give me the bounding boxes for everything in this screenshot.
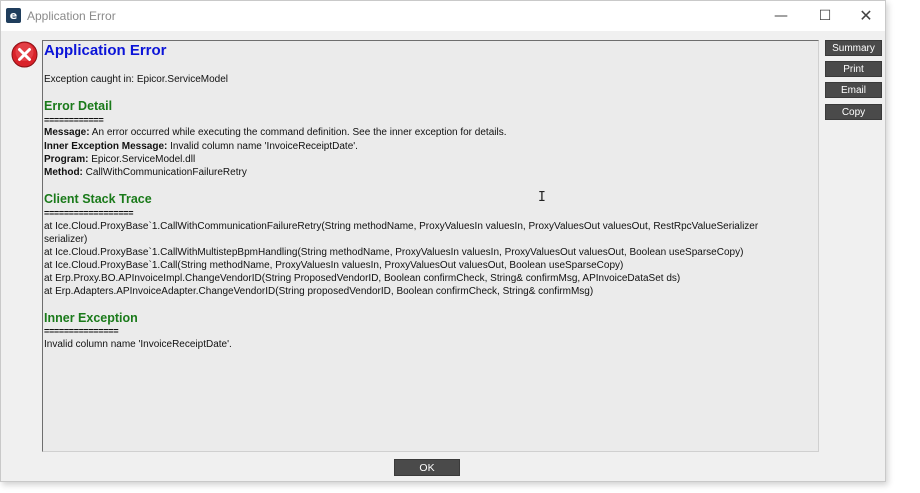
message-label: Message:	[44, 127, 90, 138]
minimize-button[interactable]: —	[759, 1, 803, 31]
summary-button[interactable]: Summary	[825, 40, 882, 56]
program-label: Program:	[44, 154, 89, 165]
error-icon	[11, 41, 38, 68]
title-bar[interactable]: e Application Error — ☐ ✕	[1, 1, 885, 31]
epicor-app-icon: e	[6, 8, 21, 23]
inner-exception-separator: ===============	[44, 326, 119, 336]
method-label: Method:	[44, 167, 83, 178]
error-detail-heading: Error Detail	[44, 99, 113, 113]
inner-exception-heading: Inner Exception	[44, 311, 138, 325]
method-line: Method: CallWithCommunicationFailureRetr…	[44, 167, 247, 178]
email-button[interactable]: Email	[825, 82, 882, 98]
close-button[interactable]: ✕	[844, 1, 888, 31]
exception-caught-line: Exception caught in: Epicor.ServiceModel	[44, 74, 228, 85]
program-value: Epicor.ServiceModel.dll	[88, 154, 196, 165]
text-cursor-icon: I	[538, 190, 546, 205]
stack-line: at Ice.Cloud.ProxyBase`1.Call(String met…	[44, 260, 624, 271]
stack-line: at Ice.Cloud.ProxyBase`1.CallWithMultist…	[44, 247, 744, 258]
error-detail-panel[interactable]: Application Error Exception caught in: E…	[42, 40, 819, 452]
stack-line: at Erp.Proxy.BO.APInvoiceImpl.ChangeVend…	[44, 273, 681, 284]
stack-line: at Erp.Adapters.APInvoiceAdapter.ChangeV…	[44, 286, 594, 297]
copy-button[interactable]: Copy	[825, 104, 882, 120]
error-heading: Application Error	[44, 42, 167, 59]
message-value: An error occurred while executing the co…	[89, 127, 507, 138]
ok-button[interactable]: OK	[394, 459, 460, 476]
maximize-button[interactable]: ☐	[803, 1, 847, 31]
print-button[interactable]: Print	[825, 61, 882, 77]
inner-exception-message-value: Invalid column name 'InvoiceReceiptDate'…	[167, 141, 358, 152]
program-line: Program: Epicor.ServiceModel.dll	[44, 154, 195, 165]
window-title: Application Error	[27, 9, 116, 23]
stack-line: at Ice.Cloud.ProxyBase`1.CallWithCommuni…	[44, 221, 759, 232]
error-dialog-window: e Application Error — ☐ ✕ Application Er…	[0, 0, 886, 482]
client-stack-trace-heading: Client Stack Trace	[44, 192, 152, 206]
error-detail-separator: ============	[44, 115, 104, 125]
inner-exception-value: Invalid column name 'InvoiceReceiptDate'…	[44, 339, 232, 350]
inner-exception-message-line: Inner Exception Message: Invalid column …	[44, 141, 358, 152]
method-value: CallWithCommunicationFailureRetry	[82, 167, 247, 178]
inner-exception-message-label: Inner Exception Message:	[44, 141, 168, 152]
client-stack-trace-separator: ==================	[44, 208, 134, 218]
message-line: Message: An error occurred while executi…	[44, 127, 506, 138]
stack-line: serializer)	[44, 234, 88, 245]
